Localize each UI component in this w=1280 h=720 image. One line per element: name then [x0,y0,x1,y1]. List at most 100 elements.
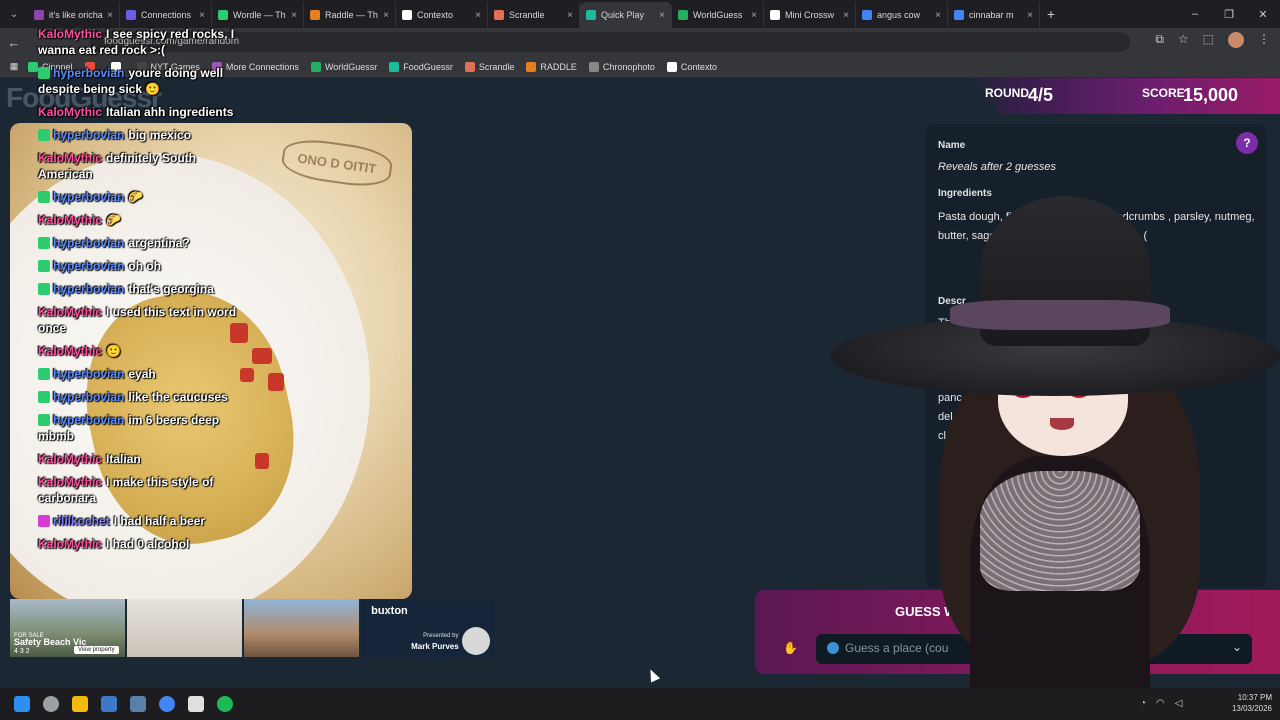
browser-tab[interactable]: angus cow × [856,2,948,28]
chat-username: hyperbovian [53,413,125,427]
chat-username: KaloMythic [38,105,103,119]
browser-tab[interactable]: Connections × [120,2,212,28]
tab-close-icon[interactable]: × [843,10,849,21]
chat-username: hyperbovian [53,66,125,80]
clock[interactable]: 10:37 PM 13/03/2026 [1232,692,1272,714]
bookmark-item[interactable]: Scrandle [464,61,514,72]
browser-tab[interactable]: Wordle — Th × [212,2,304,28]
bookmark-icon [28,61,38,72]
app-icon[interactable] [130,696,146,712]
address-bar-actions: ⧉ ☆ ⬚ ⋮ [1155,32,1270,48]
ad-banner[interactable]: FOR SALE Safety Beach Vic 4 3 2 View pro… [10,599,496,659]
chat-message: hyperbovian big mexico [38,127,238,143]
app-icon[interactable] [43,696,59,712]
chat-username: KaloMythic [38,213,103,227]
volume-icon[interactable]: ◁ [1175,698,1183,709]
tab-close-icon[interactable]: × [291,10,297,21]
taskbar [0,688,1280,720]
minimize-icon[interactable]: – [1178,8,1212,20]
chat-message: hyperbovian youre doing well despite bein… [38,66,224,96]
help-icon[interactable]: ? [1236,132,1258,154]
app-icon[interactable] [101,696,117,712]
notification-icon[interactable]: ◔ [1140,698,1146,709]
browser-tab[interactable]: it's like orichalcum its js× [28,2,120,28]
chat-message: hyperbovian im 6 beers deep mbmb [38,413,220,443]
bookmark-item[interactable]: FoodGuessr [389,61,453,72]
chat-username: KaloMythic [38,151,103,165]
profile-avatar[interactable] [1228,32,1244,48]
chat-username: KaloMythic [38,537,103,551]
tab-close-icon[interactable]: × [475,10,481,21]
tab-search-icon[interactable]: ⌄ [0,0,28,28]
tab-close-icon[interactable]: × [199,10,205,21]
apps-grid-icon[interactable]: ▦ [0,61,28,72]
chat-message: hyperbovian oh oh [38,258,238,274]
bookmark-icon [588,61,599,72]
tab-favicon-icon [862,10,872,20]
vtuber-avatar [830,196,1280,720]
browser-tab[interactable]: Scrandle × [488,2,580,28]
avatar-mouth [1050,418,1074,430]
tomato-piece [252,348,272,364]
bookmark-item[interactable]: Chronophoto [588,61,655,72]
ad-property-photo[interactable]: FOR SALE Safety Beach Vic 4 3 2 View pro… [10,599,126,657]
tab-favicon-icon [218,10,228,20]
bookmark-item[interactable]: Contexto [666,61,717,72]
chat-username: rililkochet [53,514,110,528]
browser-tab[interactable]: Contexto × [396,2,488,28]
browser-tab[interactable]: Raddle — Th × [304,2,396,28]
bookmark-icon [464,61,475,72]
view-property-button[interactable]: View property [74,646,119,654]
tab-close-icon[interactable]: × [1027,10,1033,21]
tab-close-icon[interactable]: × [935,10,941,21]
ad-brand-panel[interactable]: buxton Presented by Mark Purves [361,599,494,657]
browser-tab[interactable]: WorldGuess × [672,2,764,28]
chat-username: hyperbovian [53,390,125,404]
wifi-icon[interactable]: ◠ [1156,698,1165,709]
chat-message: hyperbovian eyah [38,366,238,382]
close-icon[interactable]: ✕ [1246,8,1280,21]
extensions-icon[interactable]: ⬚ [1203,32,1214,48]
emote-icon: 🙂 [106,344,121,358]
badge-icon [38,368,50,380]
new-tab-icon[interactable]: + [1040,6,1062,22]
browser-tab[interactable]: Mini Crossw × [764,2,856,28]
windows-start-icon[interactable] [14,696,30,712]
tab-favicon-icon [770,10,780,20]
chat-message: KaloMythic Italian [38,452,141,466]
system-tray: ◔ ◠ ◁ [1140,698,1182,709]
ad-interior-photo[interactable] [127,599,243,657]
plate-stamp: ONO D OITIT [279,135,395,191]
bookmark-icon [666,61,677,72]
tab-favicon-icon [310,10,320,20]
bookmark-icon [310,61,321,72]
menu-icon[interactable]: ⋮ [1258,32,1270,48]
window-controls: – ❐ ✕ [1178,0,1280,28]
browser-tab[interactable]: cinnabar m × [948,2,1040,28]
browser-tab-active[interactable]: Quick Play × [580,2,672,28]
tab-close-icon[interactable]: × [567,10,573,21]
chat-username: KaloMythic [38,452,103,466]
badge-icon [38,515,50,527]
bookmark-star-icon[interactable]: ☆ [1178,32,1189,48]
file-explorer-icon[interactable] [72,696,88,712]
tab-close-icon[interactable]: × [751,10,757,21]
chrome-icon[interactable] [159,696,175,712]
tab-close-icon[interactable]: × [383,10,389,21]
maximize-icon[interactable]: ❐ [1212,8,1246,21]
ad-house-photo[interactable] [244,599,360,657]
bookmark-item[interactable]: RADDLE [526,61,577,72]
badge-icon [38,191,50,203]
tomato-piece [255,453,269,469]
url-field[interactable]: foodguessr.com/game/random [90,32,1130,52]
chat-message: KaloMythic 🙂 [38,343,238,359]
spotify-icon[interactable] [217,696,233,712]
agent-photo [461,627,490,655]
cast-icon[interactable]: ⧉ [1155,32,1164,48]
bookmark-item[interactable]: WorldGuessr [310,61,377,72]
chat-message: hyperbovian argentina? [38,235,238,251]
app-icon[interactable] [188,696,204,712]
tab-close-icon[interactable]: × [107,10,113,21]
tab-close-icon[interactable]: × [659,10,665,21]
back-icon[interactable]: ← [0,35,28,50]
